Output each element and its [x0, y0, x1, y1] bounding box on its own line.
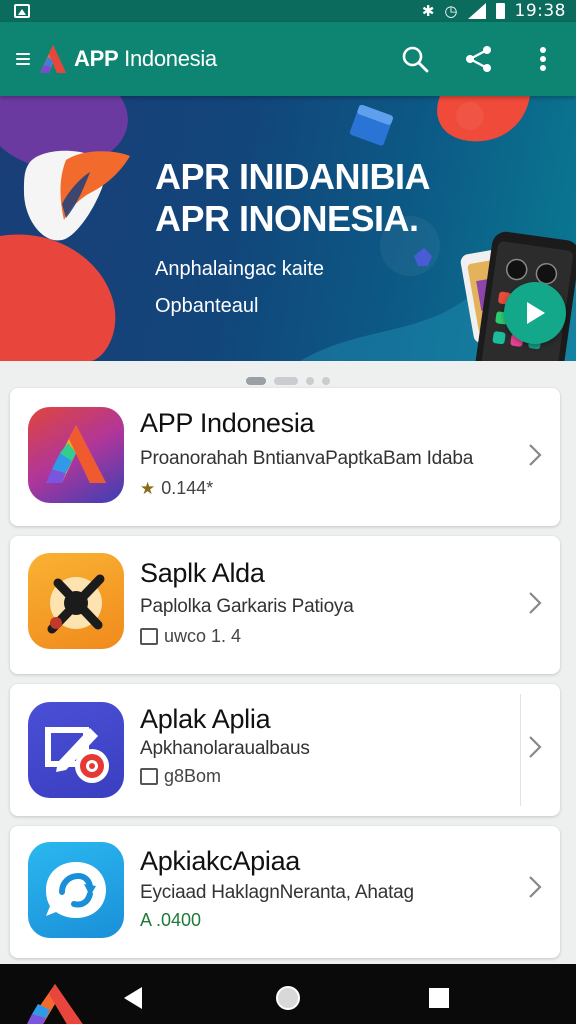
- app-meta: A .0400: [140, 910, 202, 930]
- app-description: Paplolka Garkaris Patioya: [140, 596, 354, 617]
- app-description: Eyciaad HaklagnNeranta, Ahatag: [140, 882, 414, 903]
- menu-icon[interactable]: [16, 53, 30, 65]
- app-meta: g8Bom: [140, 766, 221, 787]
- app-list-item[interactable]: APP Indonesia Proanorahah BntianvaPaptka…: [10, 388, 560, 526]
- banner-subtitle-2: Opbanteaul: [155, 295, 259, 317]
- app-name: ApkiakcApiaa: [140, 846, 300, 876]
- app-name: Aplak Aplia: [140, 704, 271, 734]
- promo-banner[interactable]: APR INIDANIBIA APR INONESIA. Anphalainga…: [0, 96, 576, 361]
- app-description: Apkhanolaraualbaus: [140, 738, 310, 759]
- star-icon: ★: [140, 478, 156, 498]
- app-meta: uwco 1. 4: [140, 626, 241, 647]
- back-icon[interactable]: [122, 986, 144, 1010]
- more-vert-icon[interactable]: [528, 44, 558, 74]
- search-icon[interactable]: [400, 44, 430, 74]
- chevron-right-icon[interactable]: [526, 874, 544, 900]
- app-description: Proanorahah BntianvaPaptkaBam Idaba: [140, 448, 474, 469]
- pager-dot[interactable]: [322, 377, 330, 385]
- status-time: 19:38: [514, 1, 566, 21]
- banner-subtitle: Anphalaingac kaite: [155, 258, 325, 280]
- divider: [520, 694, 521, 806]
- bluetooth-icon: ✱: [421, 1, 435, 20]
- box-icon: [140, 628, 158, 645]
- app-list-item[interactable]: Aplak Aplia Apkhanolaraualbaus g8Bom: [10, 684, 560, 816]
- signal-icon: [467, 3, 486, 19]
- banner-title: APR INIDANIBIA APR INONESIA.: [155, 156, 431, 239]
- system-nav-bar: [0, 964, 576, 1024]
- box-icon: [140, 768, 158, 785]
- app-logo-icon: [40, 45, 66, 73]
- app-list-item[interactable]: ApkiakcApiaa Eyciaad HaklagnNeranta, Aha…: [10, 826, 560, 958]
- battery-icon: [495, 3, 505, 19]
- pager-dot[interactable]: [246, 377, 266, 385]
- app-name: APP Indonesia: [140, 408, 315, 438]
- app-list-item[interactable]: Saplk Alda Paplolka Garkaris Patioya uwc…: [10, 536, 560, 674]
- status-bar: ✱ ◷ 19:38: [0, 0, 576, 22]
- recents-icon[interactable]: [428, 987, 450, 1009]
- chat-refresh-icon: [28, 842, 124, 938]
- share-icon[interactable]: [464, 44, 494, 74]
- chevron-right-icon[interactable]: [526, 734, 544, 760]
- play-button[interactable]: [504, 282, 566, 344]
- app-indonesia-logo-icon: [28, 407, 124, 503]
- play-icon: [527, 302, 545, 324]
- edit-record-icon: [28, 702, 124, 798]
- image-icon: [14, 4, 30, 18]
- app-title: APP Indonesia: [74, 46, 217, 71]
- chevron-right-icon[interactable]: [526, 590, 544, 616]
- home-icon[interactable]: [275, 985, 301, 1011]
- banner-pager: [0, 374, 576, 388]
- alarm-icon: ◷: [444, 1, 458, 20]
- pager-dot[interactable]: [306, 377, 314, 385]
- chevron-right-icon[interactable]: [526, 442, 544, 468]
- app-meta: ★ 0.144*: [140, 478, 214, 498]
- app-bar: APP Indonesia: [0, 22, 576, 96]
- tools-icon: [28, 553, 124, 649]
- pager-dot[interactable]: [274, 377, 298, 385]
- app-name: Saplk Alda: [140, 558, 265, 588]
- home-logo-icon[interactable]: [20, 982, 90, 1024]
